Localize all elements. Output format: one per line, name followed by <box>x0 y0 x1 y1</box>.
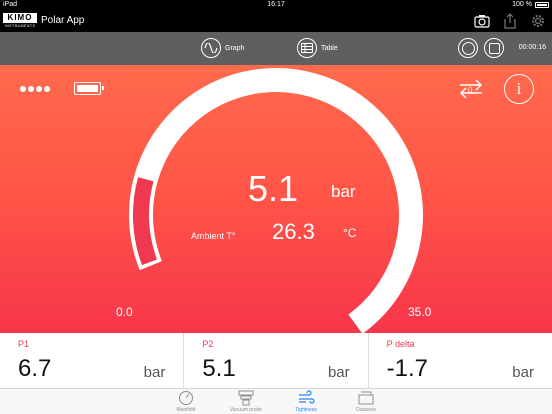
battery-icon <box>74 82 104 95</box>
share-icon[interactable] <box>502 13 518 29</box>
readout-bar: P1 6.7 bar P2 5.1 bar P delta -1.7 bar <box>0 333 552 388</box>
swap-zero-icon[interactable]: 0 <box>456 75 486 103</box>
tab-datasets[interactable]: Datasets <box>336 390 396 413</box>
tab-vacuum-probe[interactable]: Vacuum probe <box>216 390 276 413</box>
readout-unit: bar <box>143 364 166 381</box>
wave-icon <box>201 38 221 58</box>
tab-tightness[interactable]: Tightness <box>276 390 336 413</box>
readout-label: P delta <box>386 339 415 349</box>
pressure-value: 5.1 <box>248 168 299 209</box>
gear-icon[interactable] <box>530 13 546 29</box>
graph-label: Graph <box>225 44 245 52</box>
wind-icon <box>297 390 315 406</box>
tab-manifold[interactable]: Manifold <box>156 390 216 413</box>
table-button[interactable]: Table <box>297 38 338 58</box>
readout-unit: bar <box>512 364 534 381</box>
info-button[interactable]: i <box>504 74 534 104</box>
tab-bar: Manifold Vacuum probe Tightness Datasets <box>0 388 552 414</box>
readout-value: 5.1 <box>202 355 236 382</box>
toolbar: Graph Table 00:00:16 <box>0 32 552 65</box>
app-title: Polar App <box>41 15 85 26</box>
readout-p2: P2 5.1 bar <box>184 333 369 388</box>
graph-button[interactable]: Graph <box>201 38 244 58</box>
status-bar: iPad 16:17 100 % <box>0 0 552 10</box>
stop-button[interactable] <box>484 38 504 58</box>
ambient-value: 26.3 <box>272 219 315 244</box>
readout-unit: bar <box>327 364 350 381</box>
readout-p-delta: P delta -1.7 bar <box>369 333 552 388</box>
svg-text:0: 0 <box>468 86 473 95</box>
record-button[interactable] <box>458 38 478 58</box>
readout-value: -1.7 <box>386 355 429 382</box>
gauge-fill <box>132 177 158 266</box>
readout-label: P2 <box>202 339 214 349</box>
recording-timer: 00:00:16 <box>518 44 546 51</box>
ambient-label: Ambient T° <box>191 231 236 241</box>
camera-icon[interactable] <box>474 13 490 29</box>
measurement-panel: 0 i 5.1 bar Ambient T° 26.3 °C 0.0 35.0 <box>0 65 552 333</box>
battery-icon <box>535 1 549 8</box>
gauge-icon <box>177 390 195 406</box>
vacuum-probe-icon <box>237 390 255 406</box>
ambient-unit: °C <box>343 226 357 240</box>
readout-value: 6.7 <box>18 355 52 382</box>
readout-label: P1 <box>18 339 30 349</box>
kimo-logo: KIMO INSTRUMENTS <box>3 13 37 28</box>
gauge-max: 35.0 <box>408 305 432 319</box>
pressure-unit: bar <box>331 182 356 201</box>
folder-icon <box>357 390 375 406</box>
app-header: KIMO INSTRUMENTS Polar App <box>0 10 552 32</box>
readout-p1: P1 6.7 bar <box>0 333 185 388</box>
table-label: Table <box>321 44 338 52</box>
signal-dots-icon <box>20 86 50 92</box>
battery-percent: 100 % <box>512 1 532 8</box>
gauge-min: 0.0 <box>116 305 133 319</box>
status-time: 16:17 <box>267 1 285 8</box>
table-icon <box>297 38 317 58</box>
